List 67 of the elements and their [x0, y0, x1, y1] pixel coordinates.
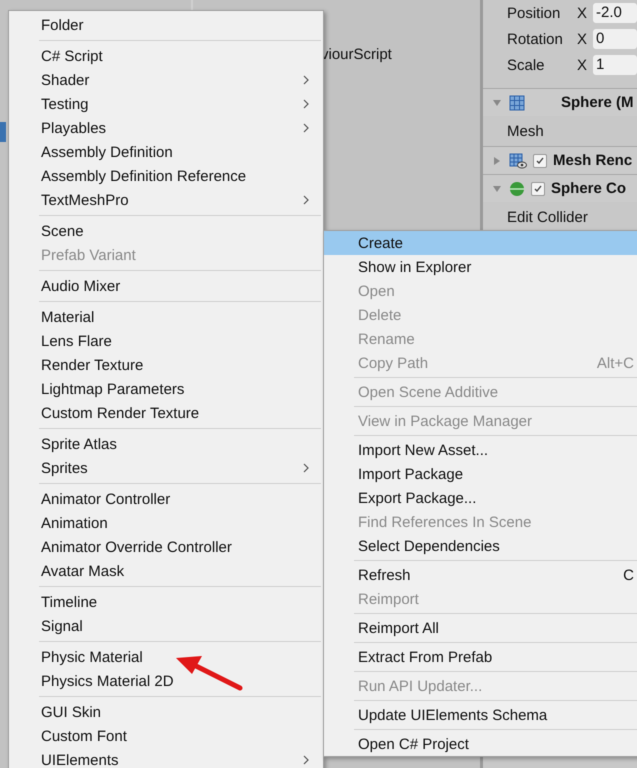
- menu-item[interactable]: Animator Controller: [11, 487, 321, 511]
- menu-item[interactable]: Export Package...: [324, 486, 637, 510]
- selected-row-highlight: [0, 122, 6, 142]
- menu-item[interactable]: Import Package: [324, 462, 637, 486]
- component-title: Sphere Co: [551, 180, 626, 197]
- menu-item[interactable]: Scene: [11, 219, 321, 243]
- field-label: Scale: [507, 56, 546, 74]
- menu-item[interactable]: Extract From Prefab: [324, 645, 637, 669]
- asset-label[interactable]: viourScript: [321, 46, 480, 63]
- menu-item[interactable]: Physic Material: [11, 645, 321, 669]
- checkbox[interactable]: [533, 154, 547, 168]
- number-field[interactable]: 0: [593, 29, 637, 49]
- menu-item[interactable]: Testing: [11, 92, 321, 116]
- menu-item[interactable]: Sprites: [11, 456, 321, 480]
- menu-item[interactable]: Render Texture: [11, 353, 321, 377]
- sphere-icon: [509, 180, 525, 196]
- arrow-drawing: [176, 656, 242, 690]
- triangle-down-icon[interactable]: [491, 98, 503, 108]
- checkbox[interactable]: [531, 182, 545, 196]
- menu-item[interactable]: Shader: [11, 68, 321, 92]
- shortcut-text: C: [623, 566, 634, 584]
- axis-label: X: [577, 56, 588, 74]
- menu-item[interactable]: Signal: [11, 614, 321, 638]
- menu-item[interactable]: TextMeshPro: [11, 188, 321, 212]
- axis-label: X: [577, 30, 588, 48]
- triangle-down-icon[interactable]: [491, 184, 503, 194]
- menu-item[interactable]: Create: [324, 231, 637, 255]
- menu-item[interactable]: Animation: [11, 511, 321, 535]
- menu-item[interactable]: UIElements: [11, 748, 321, 768]
- checkmark-icon: [533, 184, 543, 194]
- field-label: Edit Collider: [507, 208, 588, 226]
- menu-item[interactable]: Physics Material 2D: [11, 669, 321, 693]
- number-field[interactable]: 1: [593, 55, 637, 75]
- menu-item[interactable]: Reimport All: [324, 616, 637, 640]
- menu-item[interactable]: Import New Asset...: [324, 438, 637, 462]
- menu-item[interactable]: Lens Flare: [11, 329, 321, 353]
- menu-item[interactable]: C# Script: [11, 44, 321, 68]
- menu-item[interactable]: Material: [11, 305, 321, 329]
- shortcut-text: Alt+C: [596, 354, 634, 372]
- component-title: Sphere (M: [561, 94, 634, 111]
- component-title: Mesh Renc: [553, 152, 632, 169]
- field-label: Rotation: [507, 30, 564, 48]
- checkmark-icon: [535, 156, 545, 166]
- field-label: Position: [507, 4, 562, 22]
- menu-item[interactable]: Folder: [11, 13, 321, 37]
- menu-item[interactable]: GUI Skin: [11, 700, 321, 724]
- menu-item[interactable]: Open C# Project: [324, 732, 637, 756]
- menu-item[interactable]: Timeline: [11, 590, 321, 614]
- field-label: Mesh: [507, 122, 544, 140]
- menu-item[interactable]: Audio Mixer: [11, 274, 321, 298]
- menu-item[interactable]: Select Dependencies: [324, 534, 637, 558]
- axis-label: X: [577, 4, 588, 22]
- menu-item[interactable]: Custom Render Texture: [11, 401, 321, 425]
- menu-item[interactable]: Refresh C: [324, 563, 637, 587]
- grid-icon: [509, 94, 525, 110]
- menu-item[interactable]: Sprite Atlas: [11, 432, 321, 456]
- menu-item[interactable]: Custom Font: [11, 724, 321, 748]
- grid-eye-icon: [509, 152, 527, 168]
- number-field[interactable]: -2.0: [593, 3, 637, 23]
- menu-item[interactable]: Avatar Mask: [11, 559, 321, 583]
- menu-item[interactable]: Assembly Definition: [11, 140, 321, 164]
- menu-item[interactable]: Assembly Definition Reference: [11, 164, 321, 188]
- menu-item[interactable]: Lightmap Parameters: [11, 377, 321, 401]
- menu-item[interactable]: Show in Explorer: [324, 255, 637, 279]
- menu-item[interactable]: Playables: [11, 116, 321, 140]
- menu-item[interactable]: Animator Override Controller: [11, 535, 321, 559]
- menu-item[interactable]: Update UIElements Schema: [324, 703, 637, 727]
